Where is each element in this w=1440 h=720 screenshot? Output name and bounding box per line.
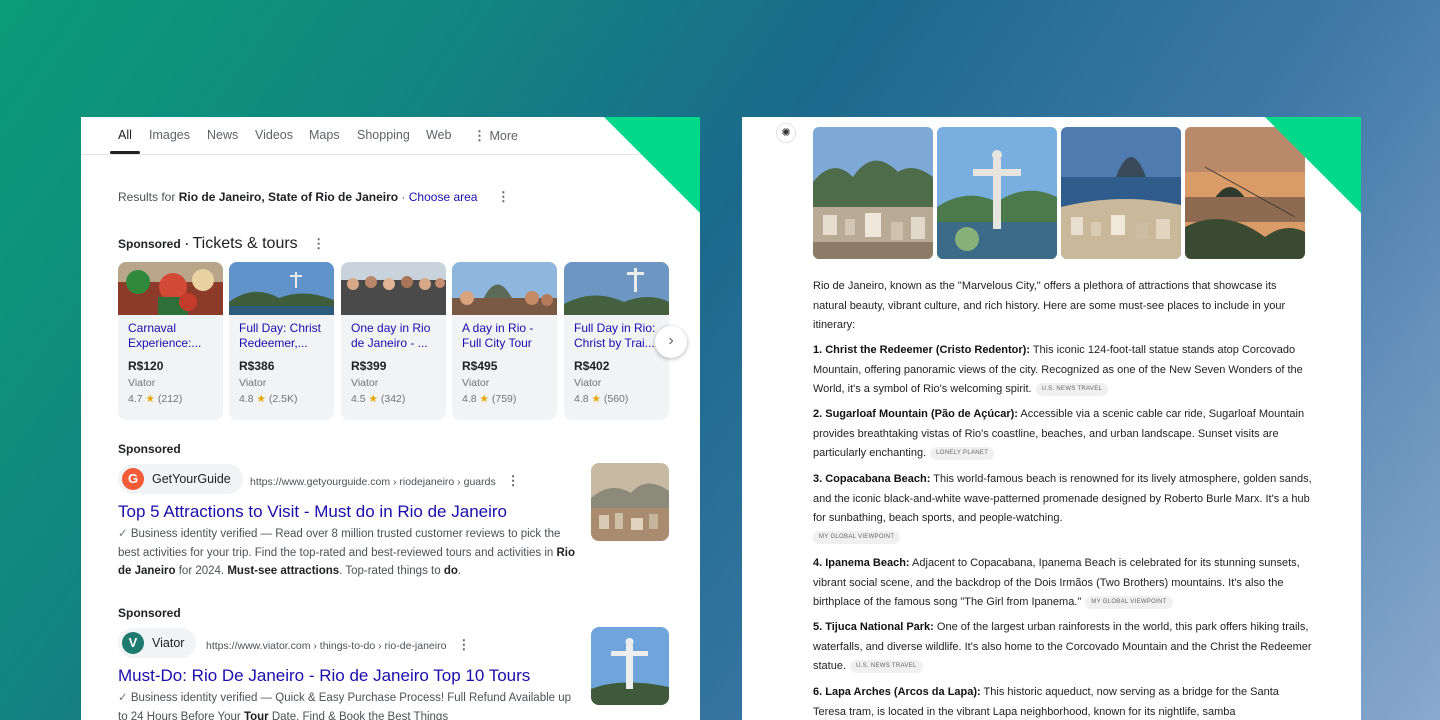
star-icon: ★	[479, 393, 489, 405]
ad-url: https://www.getyourguide.com › riodejane…	[250, 473, 520, 489]
advertiser-name: GetYourGuide	[152, 472, 231, 486]
source-citation[interactable]: MY GLOBAL VIEWPOINT	[1085, 595, 1173, 609]
tour-card-title[interactable]: Full Day in Rio: Christ by Trai...	[574, 321, 666, 351]
tab-web[interactable]: Web	[426, 128, 451, 142]
christ-redeemer-photo[interactable]	[937, 127, 1057, 259]
tour-card-price: R$120	[128, 359, 164, 373]
group-photo	[341, 262, 446, 315]
tour-card-rating: 4.8 ★ (759)	[462, 393, 517, 405]
tour-card-price: R$386	[239, 359, 275, 373]
tour-card-rating: 4.7 ★ (212)	[128, 393, 183, 405]
tour-card[interactable]: Carnaval Experience:... R$120 Viator 4.7…	[118, 262, 223, 420]
source-citation[interactable]: MY GLOBAL VIEWPOINT	[813, 531, 901, 545]
tour-card-price: R$402	[574, 359, 610, 373]
tour-card-vendor: Viator	[462, 377, 490, 389]
star-icon: ★	[145, 393, 155, 405]
tour-card-title[interactable]: One day in Rio de Janeiro - ...	[351, 321, 443, 351]
advertiser-pill[interactable]: V Viator	[118, 628, 197, 658]
results-for-line: Results for Rio de Janeiro, State of Rio…	[118, 189, 510, 205]
source-citation[interactable]: U.S. NEWS TRAVEL	[850, 659, 923, 673]
verified-check-icon: ✓	[118, 528, 128, 540]
tab-more[interactable]: ⋮ More	[473, 128, 518, 144]
tab-videos[interactable]: Videos	[255, 128, 293, 142]
results-for-separator: ·	[398, 190, 409, 204]
tab-more-label: More	[489, 129, 518, 143]
answer-item: 3. Copacabana Beach: This world-famous b…	[813, 470, 1313, 548]
ad-description: ✓ Business identity verified — Read over…	[118, 528, 576, 577]
results-for-location: Rio de Janeiro, State of Rio de Janeiro	[178, 190, 399, 204]
tour-card-title[interactable]: Full Day: Christ Redeemer,...	[239, 321, 331, 351]
active-tab-indicator	[110, 151, 140, 154]
chevron-right-icon[interactable]: ›	[655, 326, 687, 358]
advertiser-name: Viator	[152, 636, 185, 650]
tickets-tours-header: Sponsored · Tickets & tours ⋮	[118, 235, 326, 252]
corner-accent	[1265, 117, 1361, 213]
tour-card[interactable]: A day in Rio - Full City Tour R$495 Viat…	[452, 262, 557, 420]
carnaval-photo	[118, 262, 223, 315]
viator-logo-icon: V	[122, 632, 144, 654]
ad-menu-icon[interactable]: ⋮	[507, 473, 520, 489]
corner-accent	[604, 117, 700, 213]
source-citation[interactable]: U.S. NEWS TRAVEL	[1035, 382, 1109, 396]
tab-maps[interactable]: Maps	[309, 128, 340, 142]
results-for-prefix: Results for	[118, 190, 176, 204]
star-icon: ★	[256, 393, 266, 405]
tour-card-vendor: Viator	[574, 377, 602, 389]
ad-menu-icon[interactable]: ⋮	[457, 637, 470, 653]
location-menu-icon[interactable]: ⋮	[497, 189, 510, 205]
tickets-menu-icon[interactable]: ⋮	[312, 236, 325, 252]
sugarloaf-group-photo	[452, 262, 557, 315]
ad-sponsored-label: Sponsored	[118, 442, 181, 456]
tour-card-rating: 4.8 ★ (2.5K)	[239, 393, 298, 405]
tour-card-vendor: Viator	[351, 377, 379, 389]
tour-card-vendor: Viator	[239, 377, 267, 389]
tour-card-rating: 4.8 ★ (560)	[574, 393, 629, 405]
ad-description: ✓ Business identity verified — Quick & E…	[118, 692, 572, 720]
tour-card-price: R$399	[351, 359, 387, 373]
tour-card[interactable]: Full Day in Rio: Christ by Trai... R$402…	[564, 262, 669, 420]
christ-redeemer-photo	[229, 262, 334, 315]
ad-url: https://www.viator.com › things-to-do › …	[206, 637, 471, 653]
tour-card[interactable]: One day in Rio de Janeiro - ... R$399 Vi…	[341, 262, 446, 420]
tab-all[interactable]: All	[118, 128, 132, 142]
answer-item: 6. Lapa Arches (Arcos da Lapa): This his…	[813, 686, 1279, 718]
tab-news[interactable]: News	[207, 128, 238, 142]
advertiser-pill[interactable]: G GetYourGuide	[118, 464, 243, 494]
ad-thumbnail-image[interactable]	[591, 463, 669, 541]
choose-area-link[interactable]: Choose area	[409, 190, 478, 204]
tour-card-title[interactable]: A day in Rio - Full City Tour	[462, 321, 554, 351]
ad-sponsored-label: Sponsored	[118, 606, 181, 620]
openai-logo-icon: ✺	[776, 123, 796, 143]
verified-check-icon: ✓	[118, 692, 128, 704]
christ-statue-photo	[564, 262, 669, 315]
google-search-panel: All Images News Videos Maps Shopping Web…	[81, 117, 700, 720]
tab-shopping[interactable]: Shopping	[357, 128, 410, 142]
tour-card-title[interactable]: Carnaval Experience:...	[128, 321, 220, 351]
answer-intro: Rio de Janeiro, known as the "Marvelous …	[813, 280, 1286, 331]
tour-card[interactable]: Full Day: Christ Redeemer,... R$386 Viat…	[229, 262, 334, 420]
tab-images[interactable]: Images	[149, 128, 190, 142]
ad-title-link[interactable]: Must-Do: Rio De Janeiro - Rio de Janeiro…	[118, 666, 530, 686]
tour-card-vendor: Viator	[128, 377, 156, 389]
rio-bay-photo[interactable]	[1061, 127, 1181, 259]
more-dots-icon: ⋮	[473, 128, 486, 143]
source-citation[interactable]: LONELY PLANET	[930, 446, 995, 460]
getyourguide-logo-icon: G	[122, 468, 144, 490]
chatgpt-answer-panel: ✺ Rio de Janeiro, known as the "Marvelou…	[742, 117, 1361, 720]
ad-thumbnail-image[interactable]	[591, 627, 669, 705]
rio-cityscape-photo[interactable]	[813, 127, 933, 259]
sponsored-label: Sponsored	[118, 237, 181, 251]
star-icon: ★	[591, 393, 601, 405]
answer-item: 5. Tijuca National Park: One of the larg…	[813, 621, 1312, 673]
answer-item: 4. Ipanema Beach: Adjacent to Copacabana…	[813, 557, 1300, 609]
answer-item: 2. Sugarloaf Mountain (Pão de Açúcar): A…	[813, 408, 1305, 460]
star-icon: ★	[368, 393, 378, 405]
tour-card-rating: 4.5 ★ (342)	[351, 393, 406, 405]
ad-title-link[interactable]: Top 5 Attractions to Visit - Must do in …	[118, 502, 507, 522]
tour-card-price: R$495	[462, 359, 498, 373]
answer-item: 1. Christ the Redeemer (Cristo Redentor)…	[813, 344, 1303, 396]
tickets-tours-title: Tickets & tours	[192, 235, 298, 252]
